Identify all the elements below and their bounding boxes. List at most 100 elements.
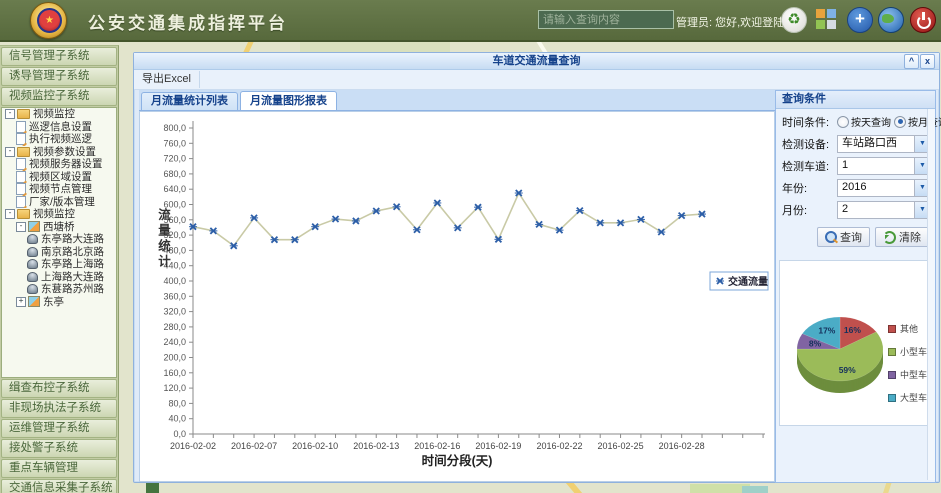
tree-node-folder[interactable]: - 视频监控 [2,208,116,221]
svg-text:160,0: 160,0 [163,368,186,378]
window-title: 车道交通流量查询 [493,55,581,67]
select-field-3[interactable]: 2▼ [837,201,931,219]
radio-by-month[interactable] [894,116,906,128]
radio-by-day-label[interactable]: 按天查询 [851,114,891,129]
form-buttons: 查询 清除 [776,227,929,247]
svg-text:200,0: 200,0 [163,353,186,363]
sidebar: 信号管理子系统诱导管理子系统视频监控子系统 -视频监控巡逻信息设置执行视频巡逻-… [0,45,119,493]
add-icon[interactable]: + [847,7,873,33]
camera-icon [27,272,38,282]
tree-node-page[interactable]: 巡逻信息设置 [2,121,116,134]
camera-icon [27,259,38,269]
tree-node-label[interactable]: 西塘桥 [43,221,75,234]
field-label: 检测设备: [782,136,837,152]
page-icon [16,158,26,170]
tree-node-folder[interactable]: - 视频监控 [2,108,116,121]
tree-node-page[interactable]: 视频区域设置 [2,171,116,184]
tree-node-label[interactable]: 东亭路上海路 [41,258,104,271]
tree-node-region[interactable]: + 东亭 [2,296,116,309]
clear-button[interactable]: 清除 [875,227,929,247]
tree-node-label[interactable]: 巡逻信息设置 [29,121,92,134]
tree-node-label[interactable]: 南京路北京路 [41,246,104,259]
tree-node-folder[interactable]: - 视频参数设置 [2,146,116,159]
query-panel-scrollbar[interactable] [927,109,935,480]
recycle-icon[interactable]: ♻ [781,7,807,33]
tree-node-label[interactable]: 东葚路苏州路 [41,283,104,296]
legend-label: 其他 [900,322,918,335]
tree-node-camera[interactable]: 东亭路上海路 [2,258,116,271]
tree-node-label[interactable]: 视频监控 [33,108,75,121]
legend-label: 小型车 [900,345,927,358]
sidebar-subsystem-item[interactable]: 视频监控子系统 [1,87,117,106]
sidebar-subsystem-item[interactable]: 运维管理子系统 [1,419,117,438]
tree-node-label[interactable]: 视频服务器设置 [29,158,103,171]
sidebar-subsystem-item[interactable]: 交通信息采集子系统 [1,479,117,493]
svg-text:720,0: 720,0 [163,154,186,164]
svg-text:360,0: 360,0 [163,291,186,301]
refresh-icon [883,231,896,244]
tree-node-page[interactable]: 执行视频巡逻 [2,133,116,146]
tree-node-label[interactable]: 上海路大连路 [41,271,104,284]
radio-by-month-label[interactable]: 按月查询 [908,114,941,129]
sidebar-subsystem-item[interactable]: 重点车辆管理 [1,459,117,478]
field-label: 月份: [782,202,837,218]
tree-node-page[interactable]: 视频节点管理 [2,183,116,196]
page-icon [16,133,26,145]
select-field-0[interactable]: 车站路口西▼ [837,135,931,153]
pie-legend: 其他小型车中型车大型车 [888,317,927,409]
collapse-icon[interactable]: - [16,222,26,232]
radio-by-day[interactable] [837,116,849,128]
sidebar-bottom-accordion: 缉查布控子系统非现场执法子系统运维管理子系统接处警子系统重点车辆管理交通信息采集… [0,379,118,493]
power-icon[interactable] [910,7,936,33]
time-condition-label: 时间条件: [782,114,837,130]
tree-node-label[interactable]: 视频监控 [33,208,75,221]
sidebar-subsystem-item[interactable]: 非现场执法子系统 [1,399,117,418]
svg-text:680,0: 680,0 [163,169,186,179]
select-value: 2 [838,202,852,216]
sidebar-subsystem-item[interactable]: 诱导管理子系统 [1,67,117,86]
svg-text:640,0: 640,0 [163,184,186,194]
sidebar-subsystem-item[interactable]: 缉查布控子系统 [1,379,117,398]
tree-node-camera[interactable]: 南京路北京路 [2,246,116,259]
sidebar-top-accordion: 信号管理子系统诱导管理子系统视频监控子系统 [0,47,118,106]
tree-node-label[interactable]: 视频节点管理 [29,183,92,196]
tree-node-camera[interactable]: 东葚路苏州路 [2,283,116,296]
sidebar-subsystem-item[interactable]: 信号管理子系统 [1,47,117,66]
collapse-button[interactable]: ^ [904,54,919,69]
tree-node-label[interactable]: 东亭 [43,296,64,309]
tree-node-label[interactable]: 东亭路大连路 [41,233,104,246]
pie-legend-item: 小型车 [888,340,927,363]
tree-node-region[interactable]: - 西塘桥 [2,221,116,234]
select-field-2[interactable]: 2016▼ [837,179,931,197]
query-button[interactable]: 查询 [817,227,870,247]
tree-node-page[interactable]: 视频服务器设置 [2,158,116,171]
tree-node-label[interactable]: 视频参数设置 [33,146,96,159]
export-excel-button[interactable]: 导出Excel [134,71,200,88]
tree-node-label[interactable]: 视频区域设置 [29,171,92,184]
tab-0[interactable]: 月流量统计列表 [141,92,238,110]
sidebar-subsystem-item[interactable]: 接处警子系统 [1,439,117,458]
tree-node-label[interactable]: 执行视频巡逻 [29,133,92,146]
svg-text:0,0: 0,0 [173,429,186,439]
search-input[interactable] [538,10,674,29]
tree-node-label[interactable]: 厂家/版本管理 [29,196,95,209]
window-body: 月流量统计列表月流量图形报表 0,040,080,0120,0160,0200,… [134,90,939,482]
tree-node-page[interactable]: 厂家/版本管理 [2,196,116,209]
vehicle-type-pie-panel: 16%59%8%17% 其他小型车中型车大型车 [779,260,930,426]
traffic-flow-query-window: 车道交通流量查询 ^ x 导出Excel 月流量统计列表月流量图形报表 0,04… [133,52,940,483]
page-icon [16,121,26,133]
close-button[interactable]: x [920,54,935,69]
select-field-1[interactable]: 1▼ [837,157,931,175]
expand-icon[interactable]: + [16,297,26,307]
collapse-icon[interactable]: - [5,109,15,119]
tree-node-camera[interactable]: 上海路大连路 [2,271,116,284]
globe-icon[interactable] [878,7,904,33]
tab-1[interactable]: 月流量图形报表 [240,91,337,110]
y-axis-title: 流量统计 [154,208,173,270]
apps-grid-icon[interactable] [814,7,838,31]
line-legend: 交通流量 [710,272,768,290]
collapse-icon[interactable]: - [5,209,15,219]
select-value: 车站路口西 [838,136,901,150]
tree-node-camera[interactable]: 东亭路大连路 [2,233,116,246]
collapse-icon[interactable]: - [5,147,15,157]
